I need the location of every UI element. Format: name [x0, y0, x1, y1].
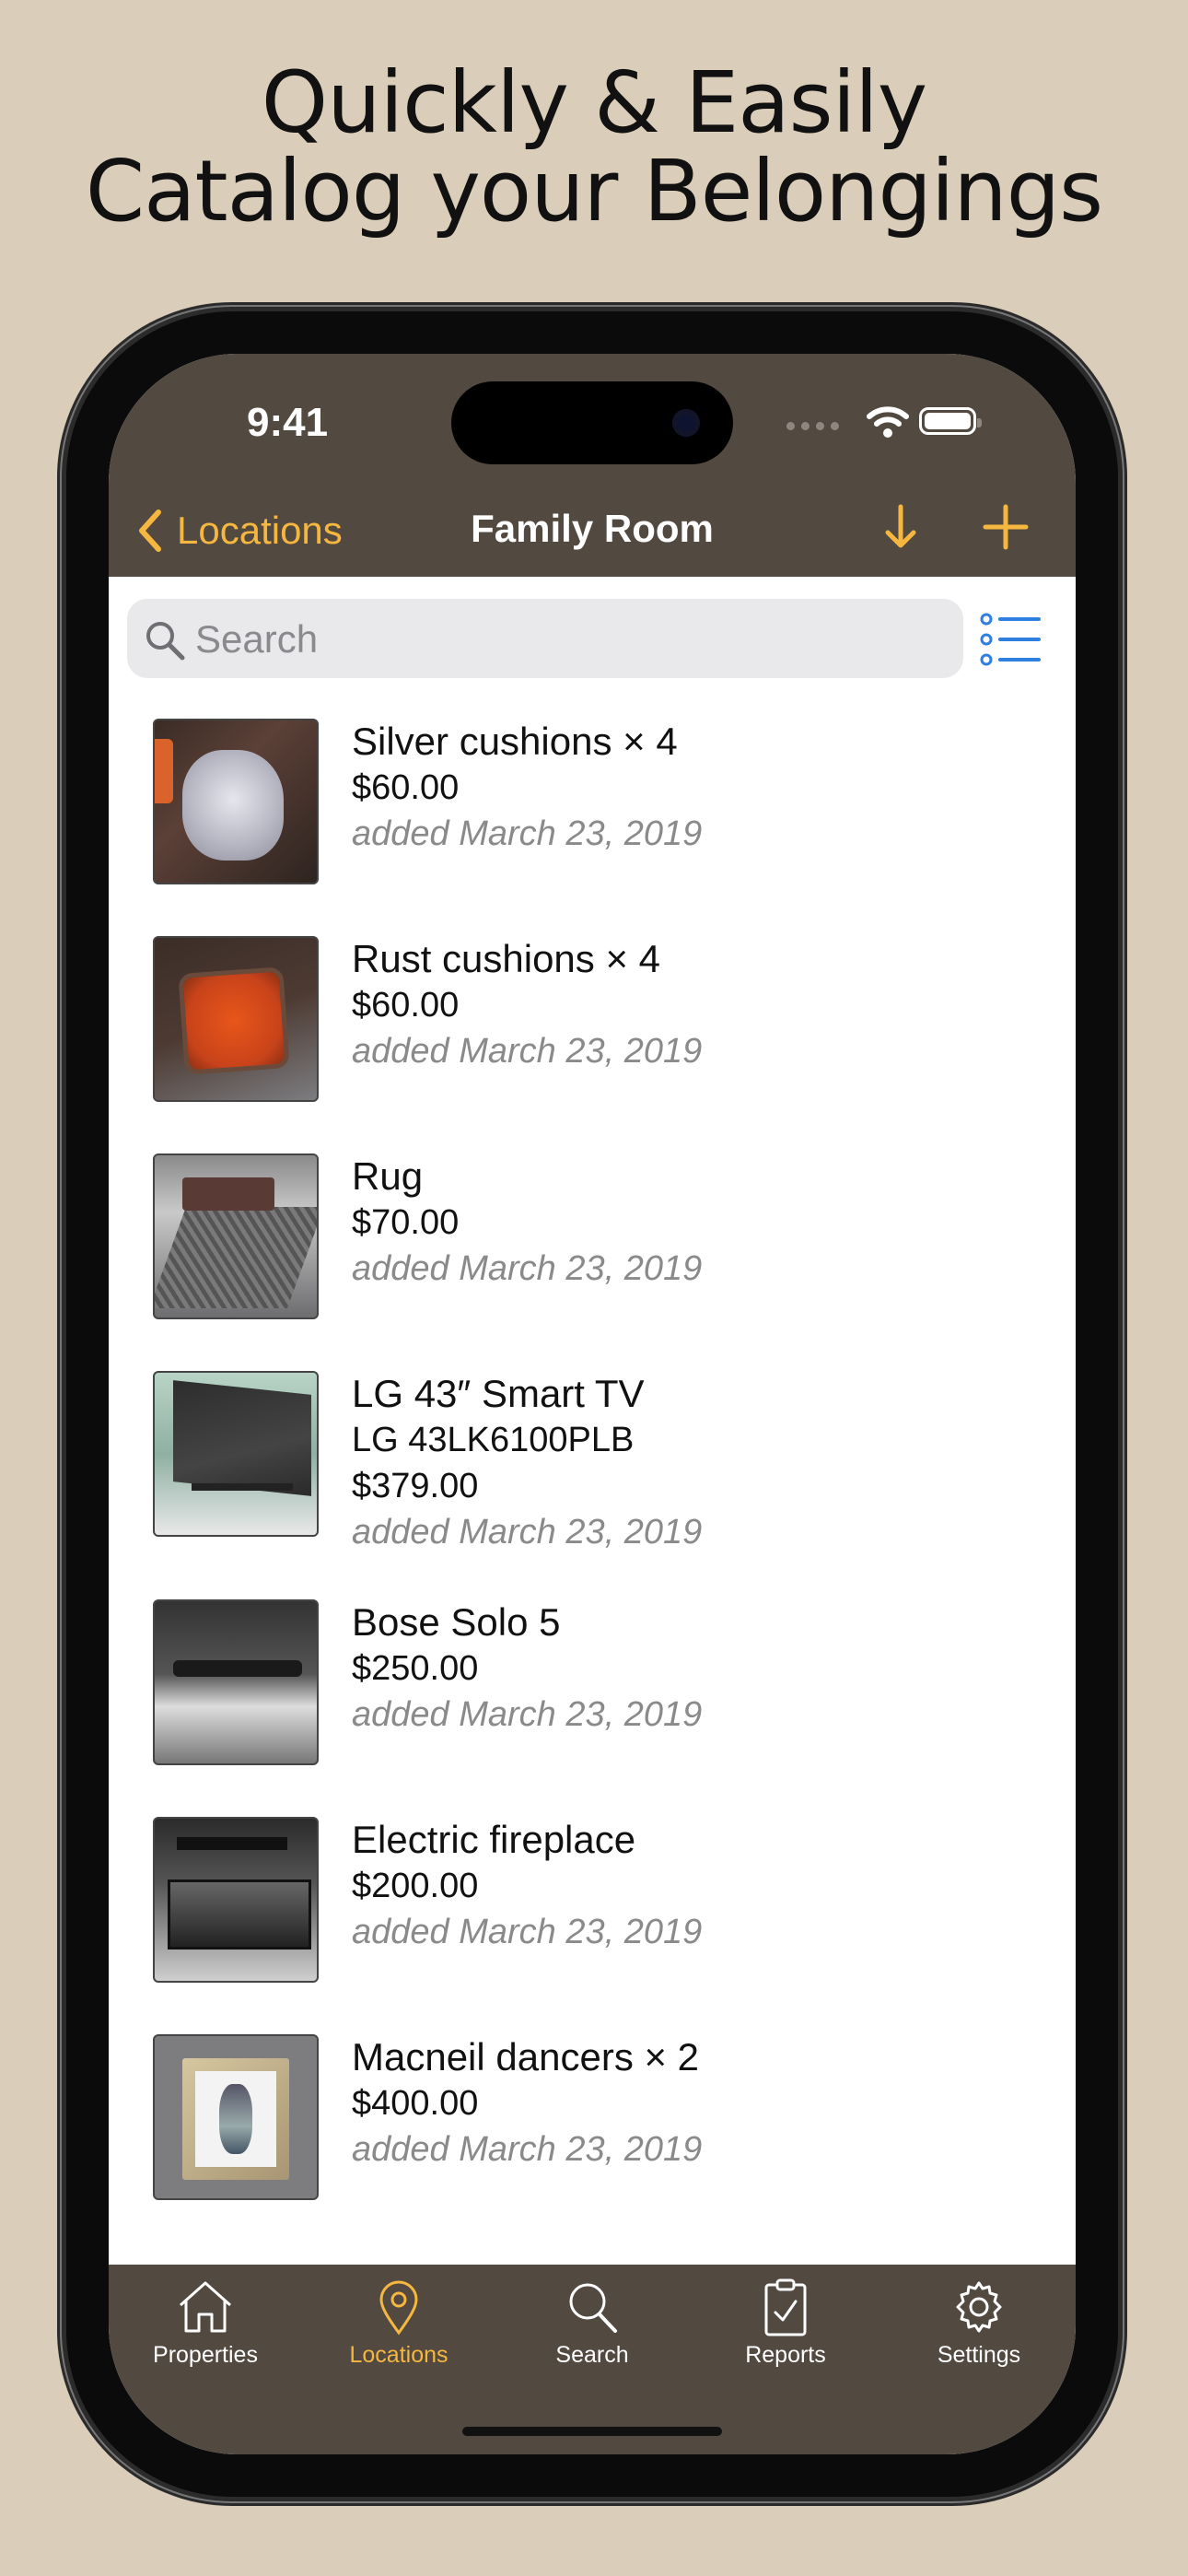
- wifi-icon: [867, 406, 909, 438]
- list-view-icon[interactable]: [980, 612, 1042, 667]
- item-thumbnail: [153, 1599, 319, 1765]
- item-text: Rust cushions × 4 $60.00 added March 23,…: [352, 936, 702, 1102]
- tab-search[interactable]: Search: [495, 2277, 689, 2369]
- item-name: Rust cushions × 4: [352, 937, 661, 980]
- tab-properties[interactable]: Properties: [109, 2277, 302, 2369]
- item-name: Macneil dancers × 2: [352, 2035, 700, 2078]
- list-item[interactable]: LG 43″ Smart TV LG 43LK6100PLB $379.00 a…: [109, 1364, 702, 1555]
- item-thumbnail: [153, 719, 319, 884]
- page-title: Family Room: [471, 507, 714, 550]
- list-item[interactable]: Macneil dancers × 2 $400.00 added March …: [109, 2027, 702, 2200]
- item-thumbnail: [153, 1371, 319, 1537]
- search-input[interactable]: [193, 599, 934, 680]
- power-button: [1118, 949, 1127, 1188]
- gear-icon: [956, 2281, 1002, 2333]
- item-text: Electric fireplace $200.00 added March 2…: [352, 1817, 702, 1983]
- volume-up-button: [57, 843, 66, 990]
- item-text: LG 43″ Smart TV LG 43LK6100PLB $379.00 a…: [352, 1371, 702, 1555]
- list-item[interactable]: Rug $70.00 added March 23, 2019: [109, 1146, 702, 1319]
- headline: Quickly & Easily Catalog your Belongings: [0, 59, 1188, 236]
- item-price: $379.00: [352, 1467, 479, 1505]
- tab-label: Search: [555, 2342, 629, 2368]
- phone-frame: 9:41 Locations Family Room Search Silver…: [66, 311, 1118, 2497]
- item-name: Electric fireplace: [352, 1818, 636, 1861]
- list-item[interactable]: Silver cushions × 4 $60.00 added March 2…: [109, 711, 702, 884]
- house-icon: [180, 2281, 231, 2333]
- list-item[interactable]: Bose Solo 5 $250.00 added March 23, 2019: [109, 1592, 702, 1765]
- item-added-date: added March 23, 2019: [352, 2130, 703, 2169]
- item-price: $70.00: [352, 1203, 460, 1242]
- item-thumbnail: [153, 1817, 319, 1983]
- status-time: 9:41: [247, 400, 329, 445]
- item-text: Macneil dancers × 2 $400.00 added March …: [352, 2034, 702, 2200]
- top-bar: 9:41 Locations Family Room: [109, 354, 1076, 577]
- magnifier-icon: [569, 2283, 617, 2333]
- dynamic-island: [451, 381, 733, 464]
- status-icons: [786, 404, 989, 440]
- tab-settings[interactable]: Settings: [882, 2277, 1076, 2369]
- item-price: $60.00: [352, 986, 460, 1025]
- item-thumbnail: [153, 1153, 319, 1319]
- item-text: Bose Solo 5 $250.00 added March 23, 2019: [352, 1599, 702, 1765]
- tab-reports[interactable]: Reports: [689, 2277, 882, 2369]
- item-text: Rug $70.00 added March 23, 2019: [352, 1153, 702, 1319]
- plus-icon[interactable]: [982, 503, 1030, 551]
- nav-bar: Locations Family Room: [109, 483, 1076, 575]
- item-model: LG 43LK6100PLB: [352, 1421, 635, 1459]
- headline-line-1: Quickly & Easily: [261, 53, 927, 152]
- item-name: Bose Solo 5: [352, 1600, 561, 1644]
- item-added-date: added March 23, 2019: [352, 1032, 703, 1071]
- arrow-down-icon[interactable]: [880, 501, 921, 553]
- tab-label: Locations: [349, 2342, 448, 2368]
- cellular-signal-icon: [786, 418, 845, 435]
- location-pin-icon: [379, 2280, 418, 2336]
- item-price: $250.00: [352, 1649, 479, 1688]
- list-item[interactable]: Rust cushions × 4 $60.00 added March 23,…: [109, 929, 702, 1102]
- tab-locations[interactable]: Locations: [302, 2277, 495, 2369]
- tab-label: Properties: [153, 2342, 258, 2368]
- item-added-date: added March 23, 2019: [352, 1913, 703, 1951]
- item-text: Silver cushions × 4 $60.00 added March 2…: [352, 719, 702, 884]
- volume-down-button: [57, 1036, 66, 1184]
- search-icon: [146, 622, 185, 661]
- item-thumbnail: [153, 2034, 319, 2200]
- tab-label: Reports: [745, 2342, 826, 2368]
- item-name: Rug: [352, 1154, 424, 1198]
- home-indicator: [462, 2427, 722, 2436]
- headline-line-2: Catalog your Belongings: [85, 142, 1103, 240]
- item-price: $200.00: [352, 1867, 479, 1905]
- tab-label: Settings: [937, 2342, 1021, 2368]
- item-name: LG 43″ Smart TV: [352, 1372, 645, 1415]
- app-screen: 9:41 Locations Family Room Search Silver…: [109, 354, 1076, 2454]
- search-bar: [127, 599, 963, 680]
- camera-lens: [672, 409, 700, 437]
- list-item[interactable]: Electric fireplace $200.00 added March 2…: [109, 1809, 702, 1983]
- clipboard-check-icon: [764, 2278, 807, 2336]
- item-price: $60.00: [352, 768, 460, 807]
- item-added-date: added March 23, 2019: [352, 1513, 703, 1551]
- item-thumbnail: [153, 936, 319, 1102]
- item-name: Silver cushions × 4: [352, 720, 678, 763]
- battery-icon: [919, 407, 982, 435]
- item-added-date: added March 23, 2019: [352, 1249, 703, 1288]
- action-button: [57, 700, 66, 774]
- item-added-date: added March 23, 2019: [352, 814, 703, 853]
- item-price: $400.00: [352, 2084, 479, 2123]
- item-added-date: added March 23, 2019: [352, 1695, 703, 1734]
